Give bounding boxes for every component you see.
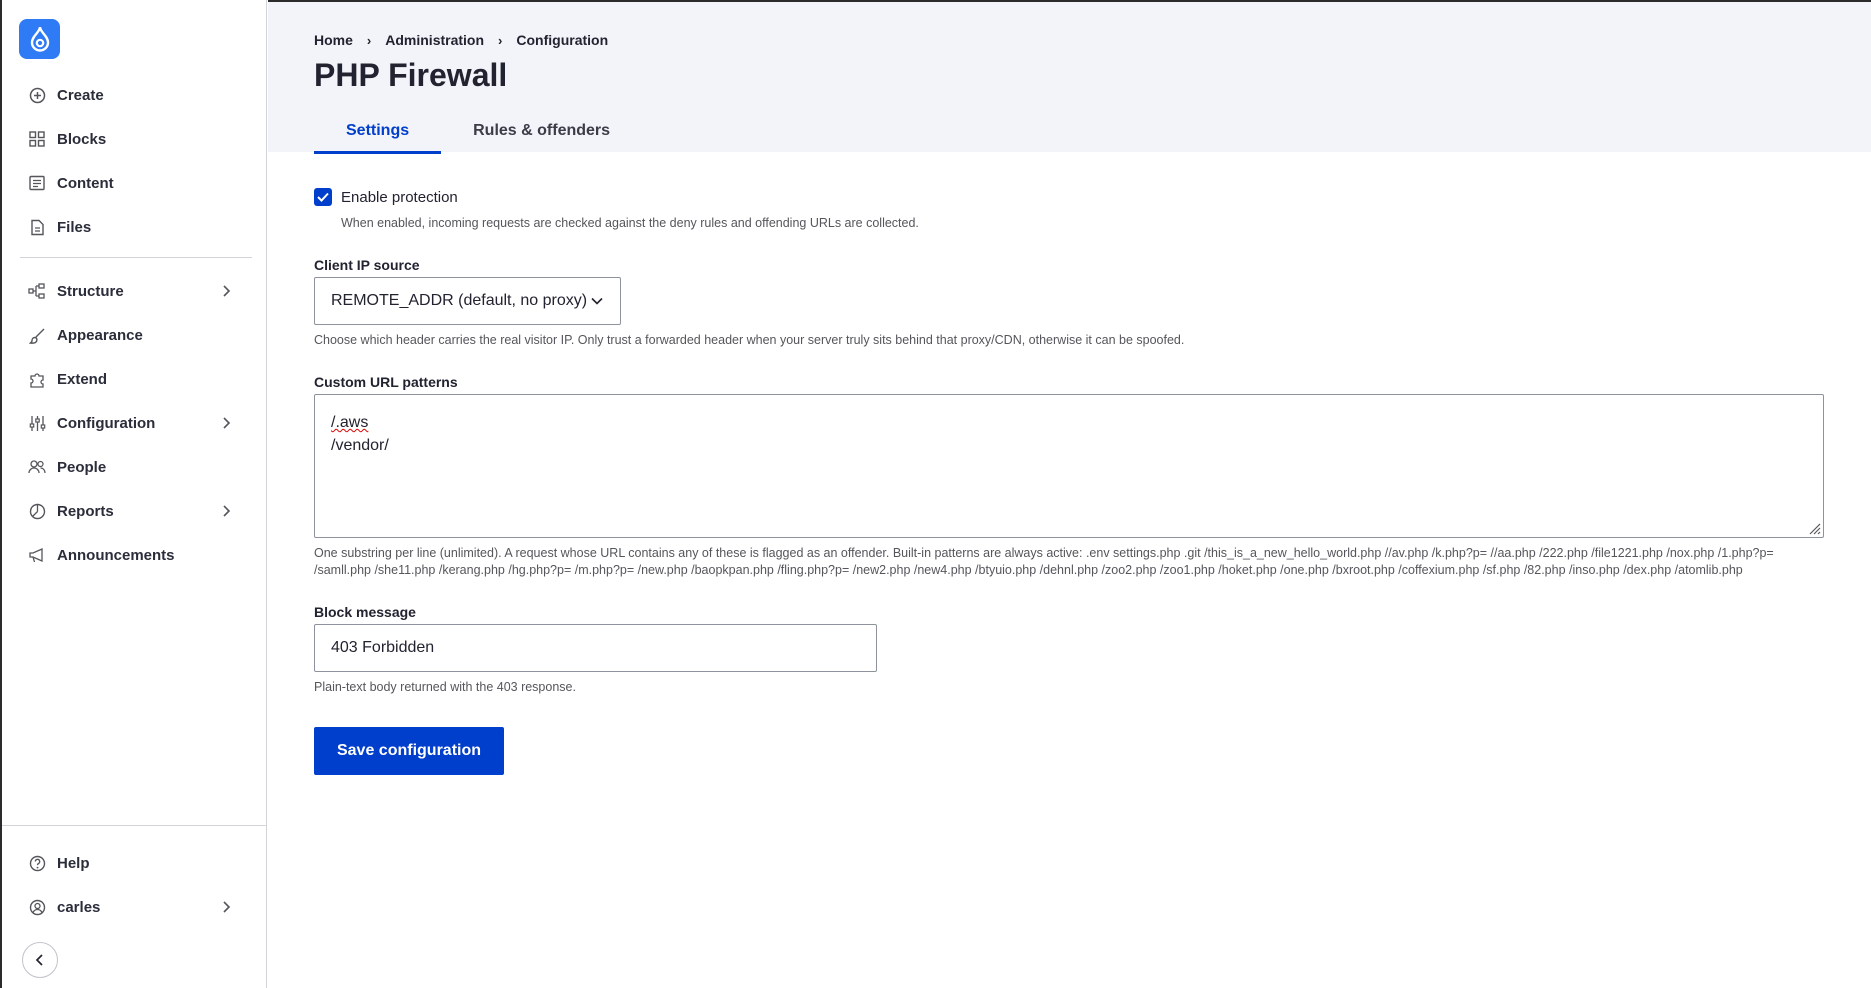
chart-pie-icon	[28, 502, 46, 520]
block-message-value: 403 Forbidden	[331, 639, 435, 656]
help-icon	[28, 854, 46, 872]
admin-sidebar: Create Blocks Content Files Structure Ap…	[0, 0, 267, 988]
chevron-right-icon	[223, 417, 231, 429]
block-message-input[interactable]: 403 Forbidden	[314, 624, 877, 672]
sidebar-item-label: Content	[57, 174, 114, 192]
enable-protection-row: Enable protection	[314, 188, 458, 206]
megaphone-icon	[28, 546, 46, 564]
puzzle-icon	[28, 370, 46, 388]
sidebar-item-label: Blocks	[57, 130, 107, 148]
ip-source-label: Client IP source	[314, 257, 420, 273]
chevron-left-icon	[35, 954, 43, 966]
enable-protection-description: When enabled, incoming requests are chec…	[341, 216, 919, 230]
breadcrumb-separator-icon: ›	[498, 32, 503, 48]
sidebar-item-label: People	[57, 458, 107, 476]
sidebar-item-label: Extend	[57, 370, 108, 388]
sidebar-item-extend[interactable]: Extend	[28, 364, 248, 394]
sidebar-item-label: Reports	[57, 502, 114, 520]
chevron-right-icon	[223, 505, 231, 517]
people-icon	[28, 458, 46, 476]
save-configuration-button[interactable]: Save configuration	[314, 727, 504, 775]
sliders-icon	[28, 414, 46, 432]
breadcrumb-link-home[interactable]: Home	[314, 32, 353, 48]
block-message-description: Plain-text body returned with the 403 re…	[314, 680, 576, 694]
sidebar-item-structure[interactable]: Structure	[28, 276, 248, 306]
sidebar-item-blocks[interactable]: Blocks	[28, 124, 248, 154]
sidebar-item-user[interactable]: carles	[28, 892, 248, 922]
enable-protection-checkbox[interactable]	[314, 188, 332, 206]
drupal-logo-icon[interactable]	[19, 19, 60, 59]
chevron-down-icon	[591, 297, 603, 305]
sidebar-item-help[interactable]: Help	[28, 848, 248, 878]
url-patterns-label: Custom URL patterns	[314, 374, 458, 390]
sidebar-item-label: carles	[57, 898, 101, 916]
breadcrumb-link-configuration[interactable]: Configuration	[516, 32, 608, 48]
pattern-line: /.aws	[331, 414, 369, 431]
ip-source-description: Choose which header carries the real vis…	[314, 333, 1185, 347]
block-message-label: Block message	[314, 604, 416, 620]
tab-settings[interactable]: Settings	[314, 114, 442, 154]
sidebar-footer-divider	[2, 825, 267, 826]
tab-rules-offenders[interactable]: Rules & offenders	[441, 114, 642, 154]
breadcrumb-separator-icon: ›	[366, 32, 372, 48]
breadcrumb: Home › Administration › Configuration	[314, 32, 608, 48]
sidebar-item-reports[interactable]: Reports	[28, 496, 248, 526]
chevron-right-icon	[223, 901, 231, 913]
pattern-line: /vendor/	[331, 437, 389, 454]
sidebar-item-appearance[interactable]: Appearance	[28, 320, 248, 350]
url-patterns-description: One substring per line (unlimited). A re…	[314, 546, 1774, 577]
resize-handle-icon[interactable]	[1807, 521, 1821, 535]
sidebar-item-label: Structure	[57, 282, 124, 300]
enable-protection-label[interactable]: Enable protection	[341, 189, 458, 206]
sidebar-item-content[interactable]: Content	[28, 168, 248, 198]
document-list-icon	[28, 174, 46, 192]
structure-icon	[28, 282, 46, 300]
page-header: Home › Administration › Configuration PH…	[268, 0, 1871, 154]
file-icon	[28, 218, 46, 236]
url-patterns-textarea[interactable]: /.aws/vendor/	[314, 394, 1824, 538]
user-icon	[28, 898, 46, 916]
sidebar-item-announcements[interactable]: Announcements	[28, 540, 248, 570]
sidebar-divider	[20, 257, 252, 258]
sidebar-item-configuration[interactable]: Configuration	[28, 408, 248, 438]
brush-icon	[28, 326, 46, 344]
page-title: PHP Firewall	[314, 57, 508, 93]
sidebar-item-files[interactable]: Files	[28, 212, 248, 242]
collapse-sidebar-button[interactable]	[22, 942, 58, 978]
breadcrumb-link-administration[interactable]: Administration	[385, 32, 484, 48]
sidebar-item-label: Announcements	[57, 546, 175, 564]
chevron-right-icon	[223, 285, 231, 297]
sidebar-item-people[interactable]: People	[28, 452, 248, 482]
sidebar-item-label: Create	[57, 86, 104, 104]
ip-source-select[interactable]: REMOTE_ADDR (default, no proxy)	[314, 277, 621, 325]
sidebar-item-label: Help	[57, 854, 90, 872]
tabs: Settings Rules & offenders	[314, 114, 642, 154]
sidebar-item-label: Appearance	[57, 326, 143, 344]
checkmark-icon	[317, 192, 329, 202]
sidebar-item-label: Files	[57, 218, 92, 236]
ip-source-value: REMOTE_ADDR (default, no proxy)	[331, 292, 588, 309]
plus-circle-icon	[28, 86, 46, 104]
grid-icon	[28, 130, 46, 148]
sidebar-item-create[interactable]: Create	[28, 80, 248, 110]
sidebar-item-label: Configuration	[57, 414, 156, 432]
